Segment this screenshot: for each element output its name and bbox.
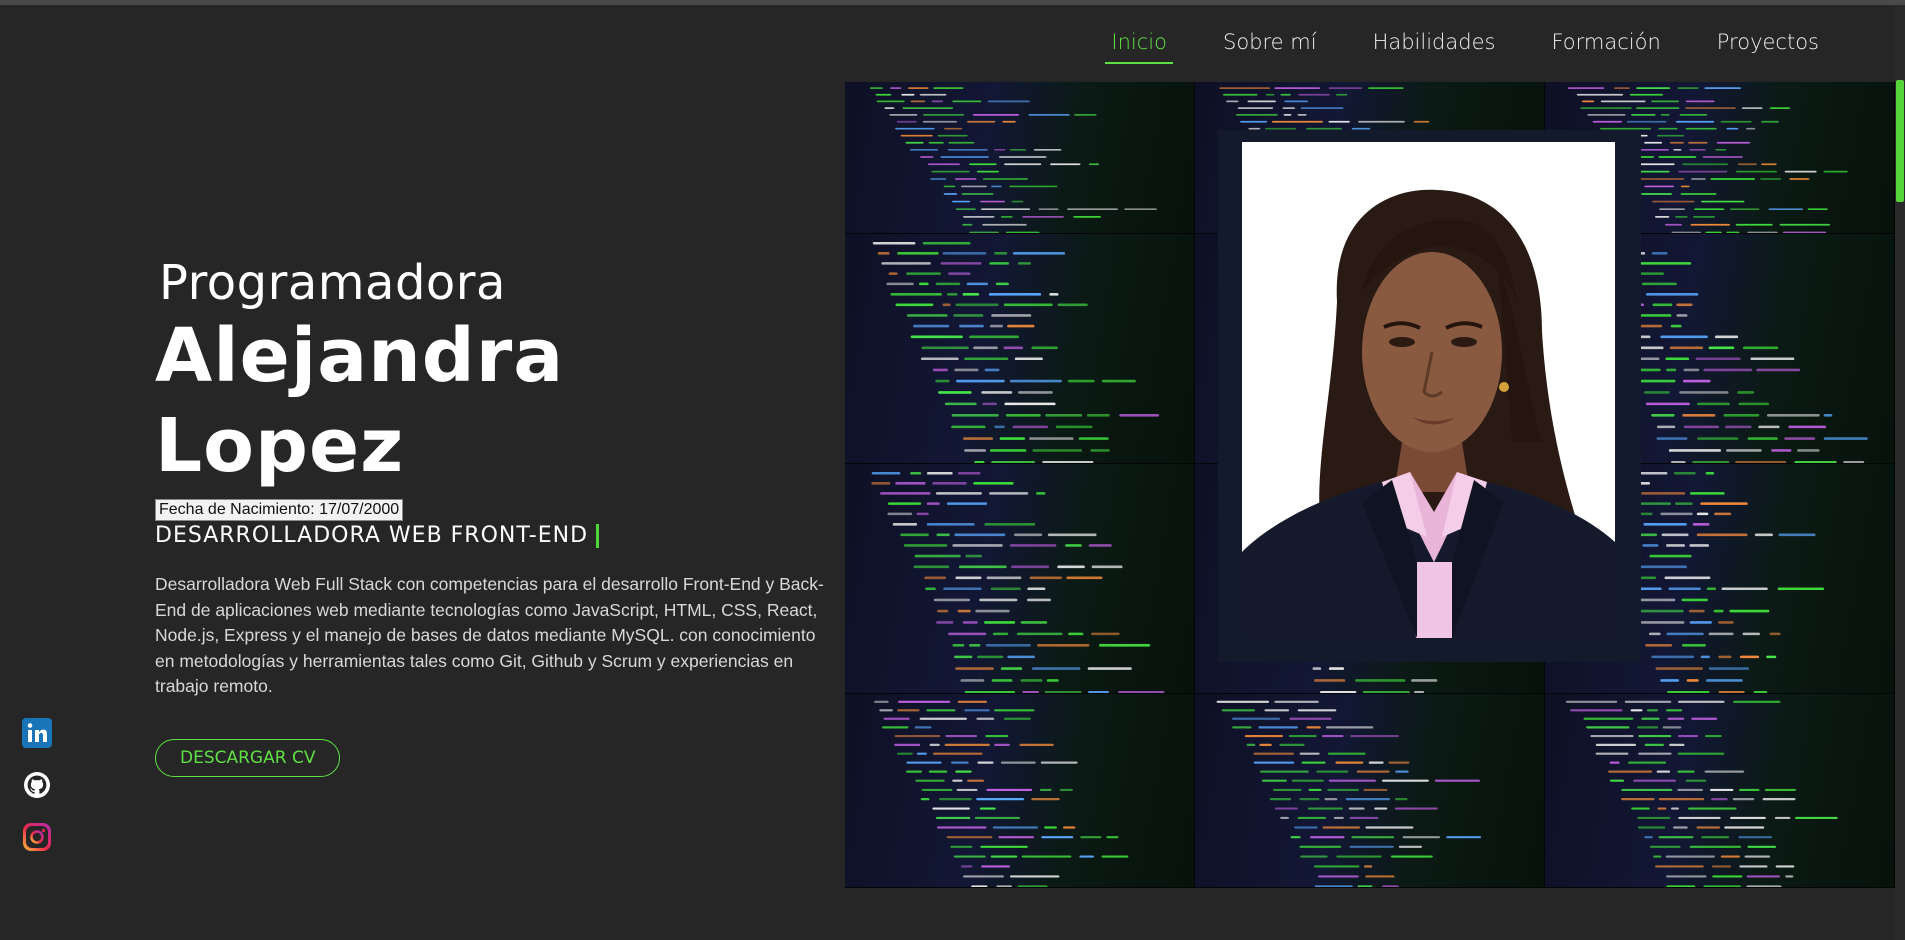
code-tile (1545, 694, 1895, 888)
code-tile (1195, 694, 1545, 888)
code-tile (845, 82, 1195, 234)
code-tile (845, 464, 1195, 694)
page: Inicio Sobre mí Habilidades Formación Pr… (0, 0, 1905, 940)
scrollbar[interactable] (1895, 5, 1905, 940)
portrait-frame (1218, 130, 1641, 662)
nav-link-habilidades[interactable]: Habilidades (1367, 28, 1502, 64)
linkedin-icon[interactable] (22, 718, 52, 748)
hero-section: Programadora Alejandra Lopez Fecha de Na… (155, 255, 835, 777)
main-nav: Inicio Sobre mí Habilidades Formación Pr… (1105, 28, 1825, 64)
role-text: DESARROLLADORA WEB FRONT-END (155, 523, 589, 548)
nav-link-proyectos[interactable]: Proyectos (1711, 28, 1825, 64)
nav-link-inicio[interactable]: Inicio (1105, 28, 1173, 64)
profile-photo (1242, 142, 1615, 638)
hero-description: Desarrolladora Web Full Stack con compet… (155, 574, 824, 696)
hero-role: DESARROLLADORA WEB FRONT-END (155, 523, 835, 548)
top-border (0, 0, 1905, 5)
nav-link-formacion[interactable]: Formación (1545, 28, 1666, 64)
github-icon[interactable] (22, 770, 52, 800)
scrollbar-thumb[interactable] (1896, 80, 1904, 202)
birth-date: Fecha de Nacimiento: 17/07/2000 (155, 499, 404, 521)
typing-cursor (596, 523, 600, 548)
instagram-icon[interactable] (22, 822, 52, 852)
code-tile (845, 694, 1195, 888)
download-cv-button[interactable]: DESCARGAR CV (155, 739, 341, 777)
hero-subtitle: Programadora (159, 255, 506, 311)
hero-name: Alejandra Lopez (155, 313, 565, 489)
social-links (22, 718, 52, 852)
nav-link-sobre-mi[interactable]: Sobre mí (1217, 28, 1323, 64)
code-tile (845, 234, 1195, 464)
